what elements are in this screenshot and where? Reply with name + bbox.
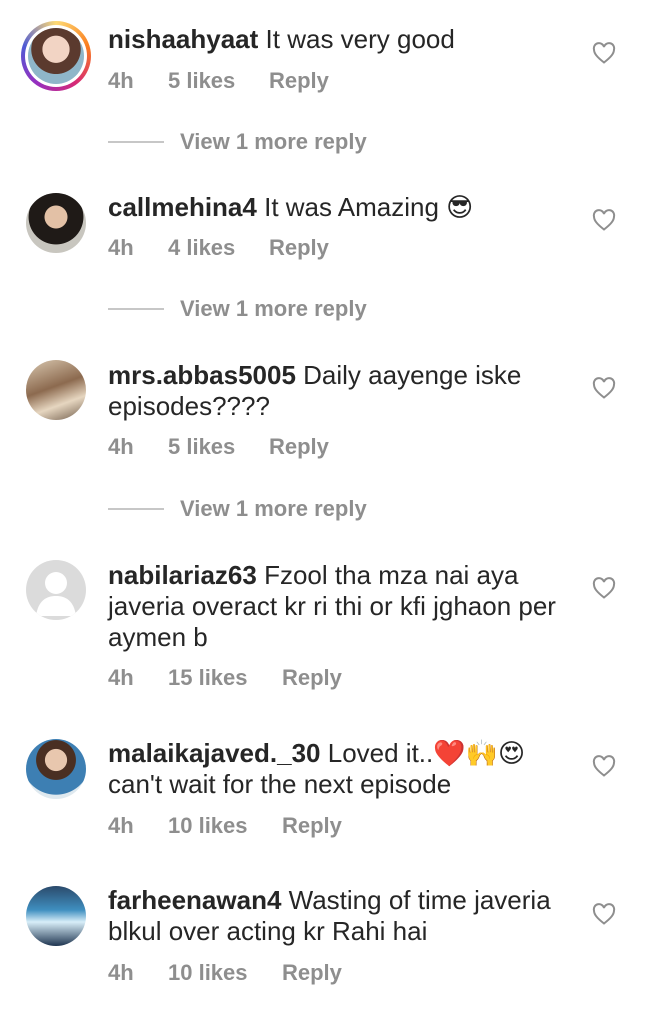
comment-likes[interactable]: 5 likes [168,434,269,460]
view-more-replies-label[interactable]: View 1 more reply [180,129,367,155]
comment-username[interactable]: callmehina4 [108,192,257,222]
comment-text-block: malaikajaved._30 Loved it..❤️🙌😍 can't wa… [108,738,578,800]
comment-username[interactable]: mrs.abbas5005 [108,360,296,390]
comment-body: It was Amazing 😎 [264,192,474,222]
comment-username[interactable]: nabilariaz63 [108,560,257,590]
reply-button[interactable]: Reply [282,665,342,691]
comment-text-block: callmehina4 It was Amazing 😎 [108,192,578,223]
view-more-replies-label[interactable]: View 1 more reply [180,296,367,322]
divider-line [108,141,164,143]
view-more-replies[interactable]: View 1 more reply [108,494,367,524]
comment-likes[interactable]: 10 likes [168,813,282,839]
default-avatar-icon [36,572,76,616]
comment-time: 4h [108,960,134,985]
heart-outline-icon[interactable] [592,577,616,599]
comment-body: It was very good [265,24,455,54]
reply-button[interactable]: Reply [282,813,342,839]
divider-line [108,308,164,310]
comment-meta: 4h 5 likes Reply [108,434,329,460]
comment-likes[interactable]: 15 likes [168,665,282,691]
comment-likes[interactable]: 10 likes [168,960,282,986]
comment-username[interactable]: malaikajaved._30 [108,738,321,768]
reply-button[interactable]: Reply [269,434,329,460]
view-more-replies[interactable]: View 1 more reply [108,294,367,324]
avatar[interactable] [26,360,86,420]
comment-likes[interactable]: 5 likes [168,68,269,94]
view-more-replies-label[interactable]: View 1 more reply [180,496,367,522]
heart-outline-icon[interactable] [592,209,616,231]
comment-text-block: farheenawan4 Wasting of time javeria blk… [108,885,578,947]
comment-time: 4h [108,235,134,260]
comment-username[interactable]: farheenawan4 [108,885,281,915]
comment-time: 4h [108,665,134,690]
comment-likes[interactable]: 4 likes [168,235,269,261]
comment-text-block: mrs.abbas5005 Daily aayenge iske episode… [108,360,578,422]
comment-meta: 4h 15 likes Reply [108,665,342,691]
comment-text-block: nishaahyaat It was very good [108,24,578,55]
avatar[interactable] [21,21,91,91]
comment-time: 4h [108,68,134,93]
comment-time: 4h [108,434,134,459]
reply-button[interactable]: Reply [282,960,342,986]
reply-button[interactable]: Reply [269,235,329,261]
view-more-replies[interactable]: View 1 more reply [108,127,367,157]
avatar[interactable] [26,739,86,799]
avatar[interactable] [26,560,86,620]
comment-meta: 4h 5 likes Reply [108,68,329,94]
heart-outline-icon[interactable] [592,377,616,399]
comment-meta: 4h 4 likes Reply [108,235,329,261]
comment-time: 4h [108,813,134,838]
comment-username[interactable]: nishaahyaat [108,24,258,54]
comment-meta: 4h 10 likes Reply [108,960,342,986]
avatar[interactable] [26,193,86,253]
avatar[interactable] [26,886,86,946]
comment-text-block: nabilariaz63 Fzool tha mza nai aya javer… [108,560,578,653]
divider-line [108,508,164,510]
heart-outline-icon[interactable] [592,42,616,64]
heart-outline-icon[interactable] [592,755,616,777]
comment-meta: 4h 10 likes Reply [108,813,342,839]
reply-button[interactable]: Reply [269,68,329,94]
heart-outline-icon[interactable] [592,903,616,925]
